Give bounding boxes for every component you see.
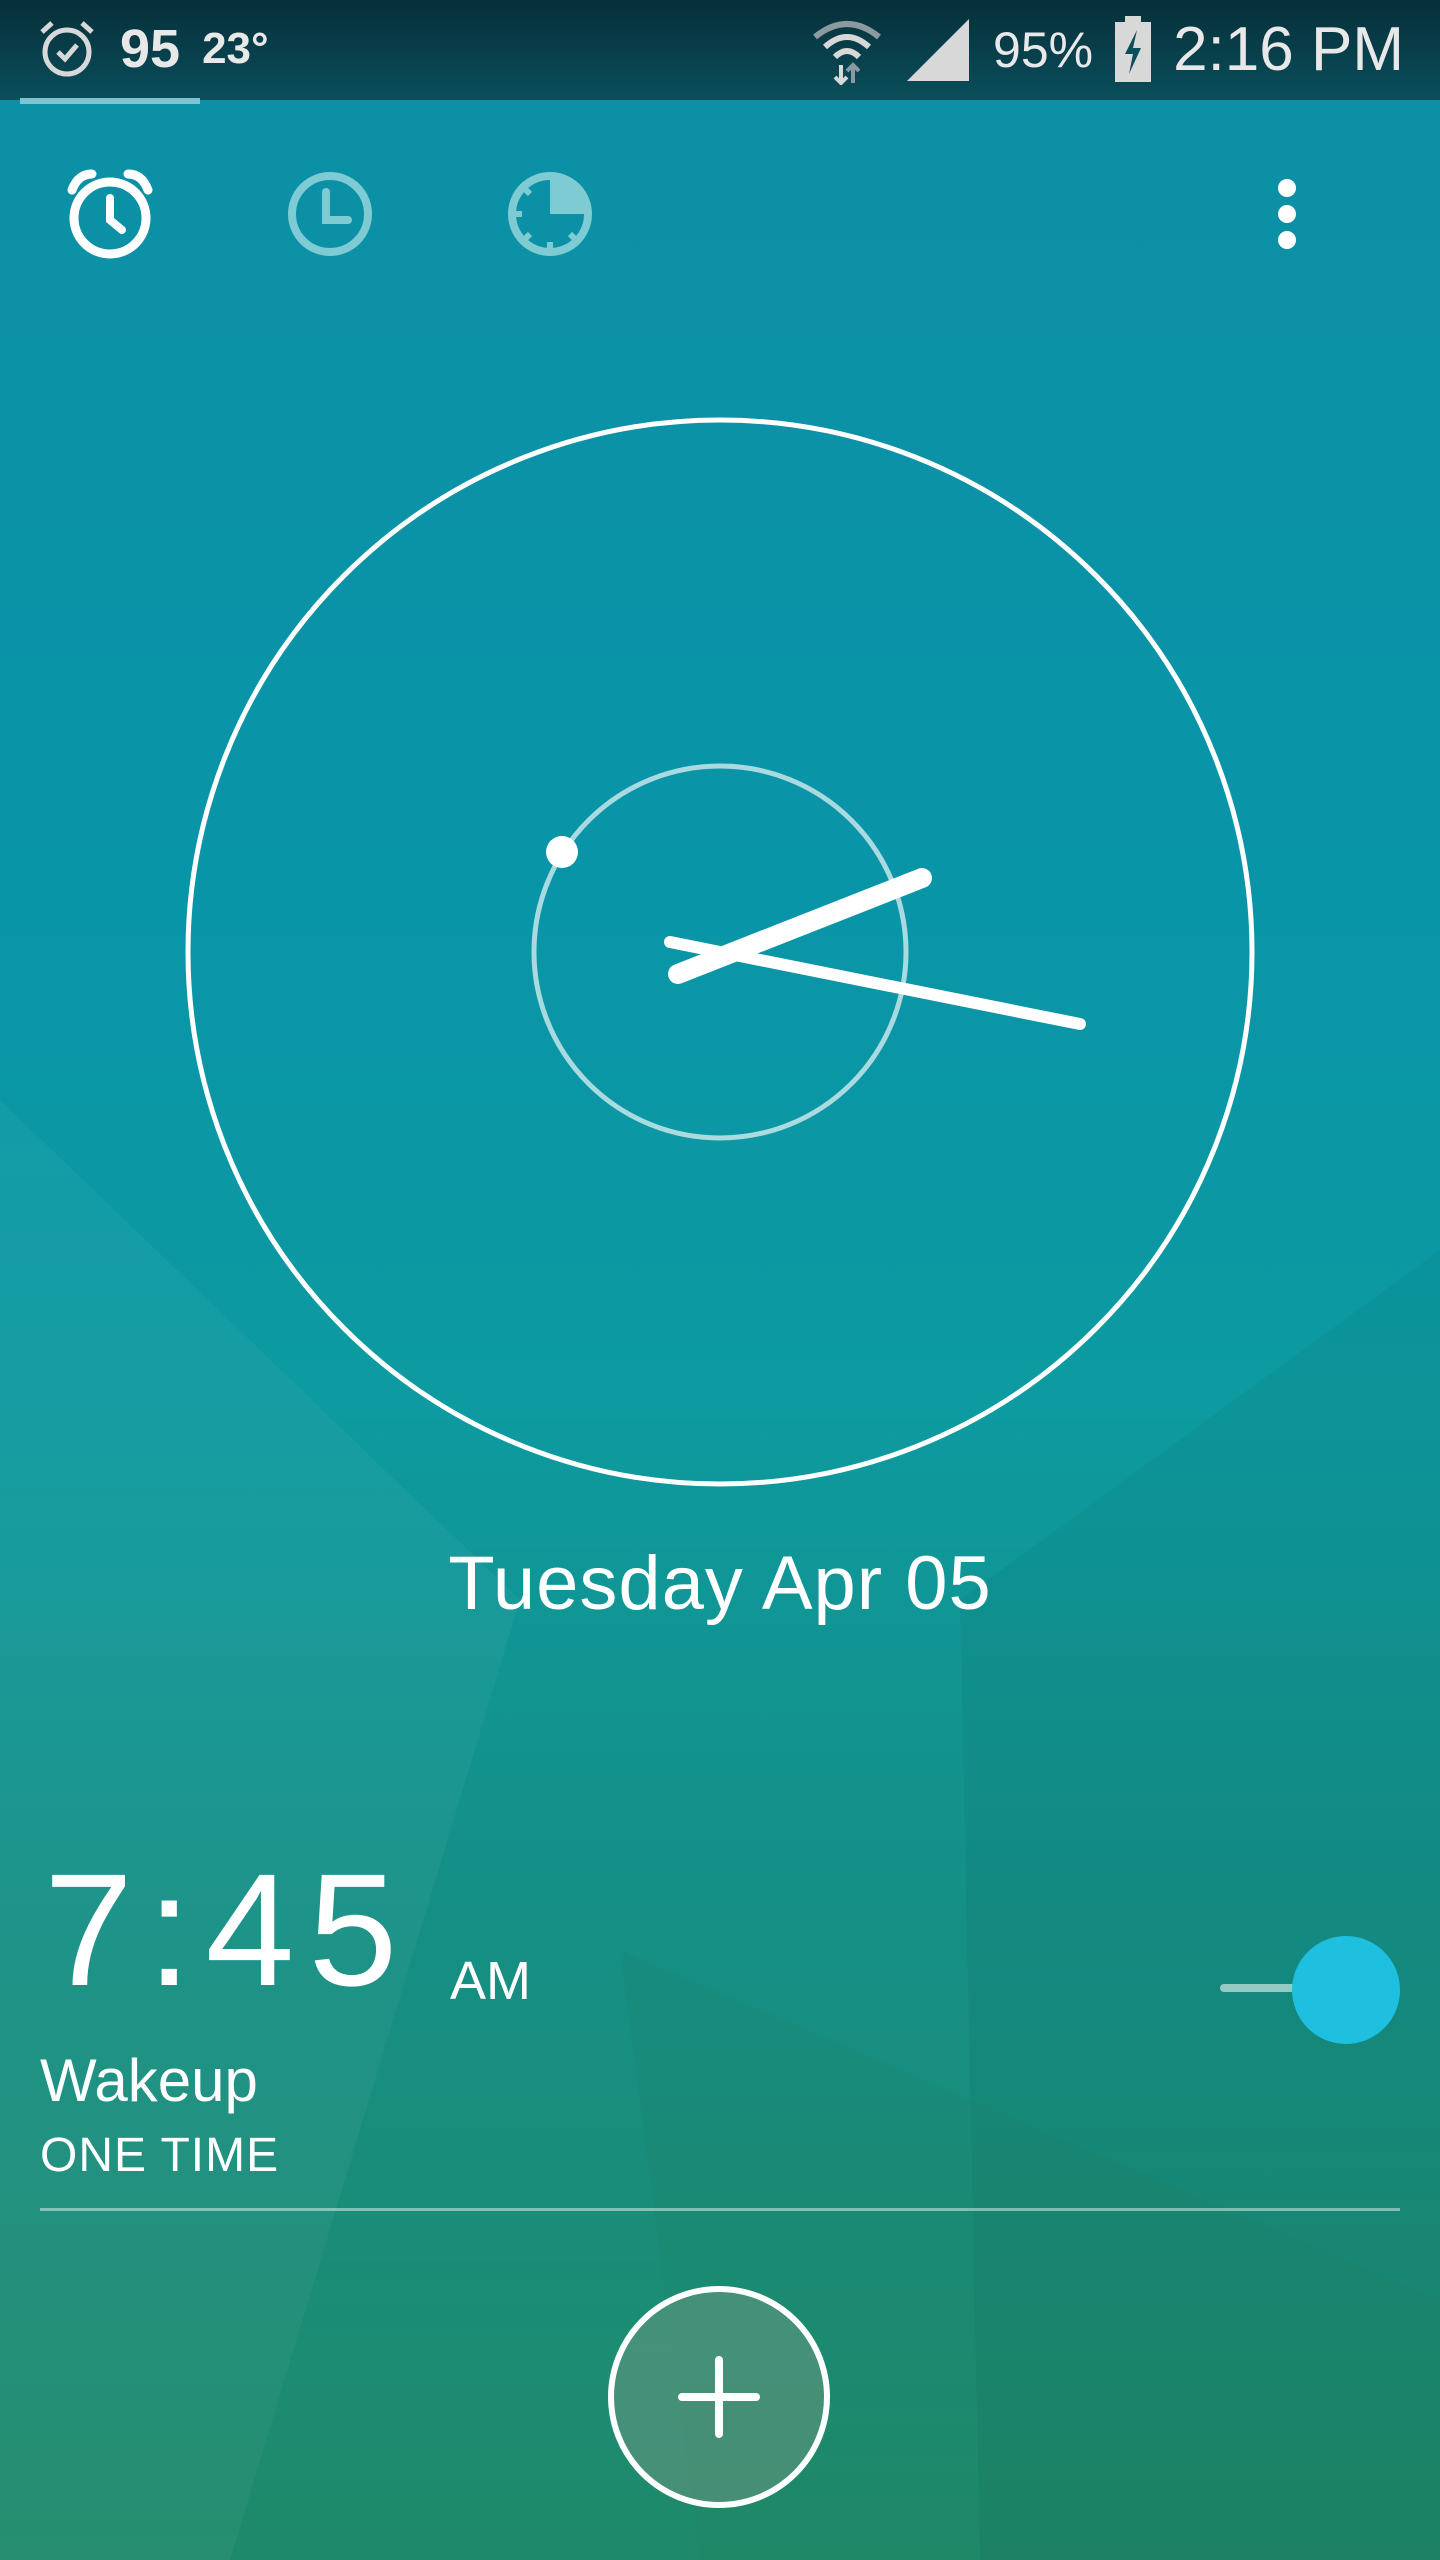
alarm-time: 7:45 xyxy=(44,1840,412,2019)
temperature: 23° xyxy=(202,24,269,73)
second-indicator xyxy=(546,836,578,868)
toggle-knob xyxy=(1292,1936,1400,2044)
add-icon xyxy=(678,2356,760,2438)
battery-charging-icon xyxy=(1115,15,1152,82)
tab-alarm[interactable] xyxy=(64,168,156,260)
status-bar: 95 23° 95% 2:16 PM xyxy=(0,0,1440,100)
date-label: Tuesday Apr 05 xyxy=(448,1541,992,1626)
status-time: 2:16 PM xyxy=(1173,15,1404,84)
alarm-label: Wakeup xyxy=(40,2047,258,2114)
divider xyxy=(40,2208,1400,2211)
notification-count: 95 xyxy=(120,19,181,79)
battery-percent: 95% xyxy=(993,21,1094,78)
alarm-ampm: AM xyxy=(450,1951,531,2011)
analog-clock xyxy=(185,417,1255,1487)
signal-icon xyxy=(907,18,970,81)
alarm-clock-icon xyxy=(67,169,153,259)
clock-icon xyxy=(288,172,372,256)
alarm-icon xyxy=(40,21,94,77)
status-indicator xyxy=(20,98,200,104)
tab-timer[interactable] xyxy=(504,168,596,260)
timer-icon xyxy=(508,172,592,256)
tab-world-clock[interactable] xyxy=(284,168,376,260)
more-vert-icon xyxy=(1278,179,1296,249)
wifi-icon xyxy=(813,20,881,85)
overflow-menu-button[interactable] xyxy=(1262,170,1312,260)
hour-hand xyxy=(668,868,932,984)
add-alarm-button[interactable] xyxy=(608,2286,830,2508)
alarm-repeat: ONE TIME xyxy=(40,2129,280,2182)
